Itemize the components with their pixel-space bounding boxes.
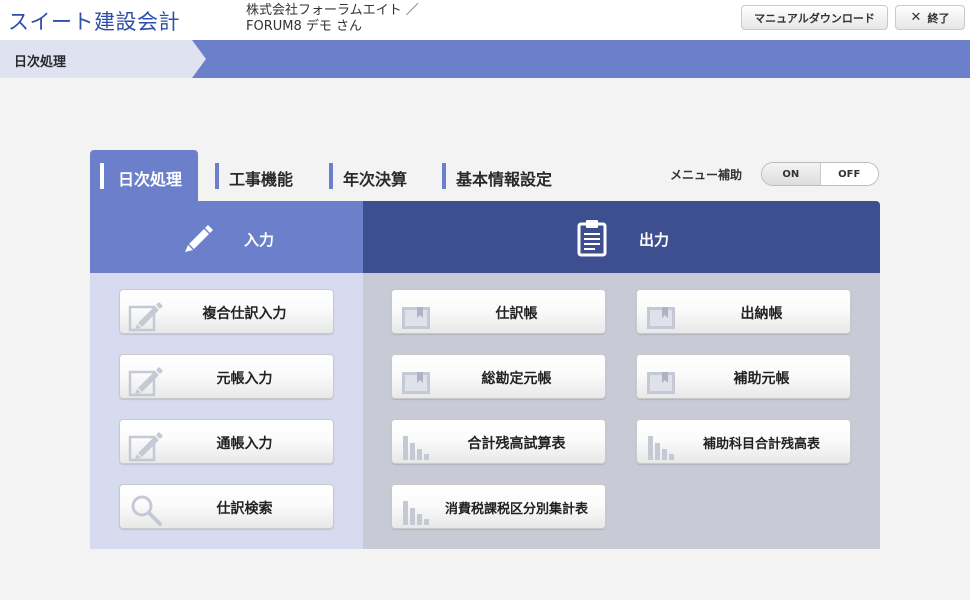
edit-icon (128, 302, 163, 332)
compound-entry-button[interactable]: 複合仕訳入力 (119, 289, 334, 334)
trial-balance-button[interactable]: 合計残高試算表 (391, 419, 606, 464)
tab-basic-settings-label: 基本情報設定 (456, 170, 553, 189)
journal-search-button[interactable]: 仕訳検索 (119, 484, 334, 529)
tab-construction-label: 工事機能 (229, 170, 294, 189)
toggle-on[interactable]: ON (762, 163, 821, 185)
tab-indicator (329, 163, 333, 189)
pencil-icon (185, 225, 213, 252)
book-icon (647, 307, 675, 329)
journal-book-label: 仕訳帳 (495, 306, 538, 322)
passbook-entry-label: 通帳入力 (216, 436, 273, 452)
user-name: FORUM8 デモ さん (246, 19, 363, 34)
toggle-off[interactable]: OFF (820, 163, 878, 185)
ledger-entry-label: 元帳入力 (216, 371, 273, 387)
journal-search-label: 仕訳検索 (216, 501, 273, 517)
compound-entry-label: 複合仕訳入力 (202, 306, 287, 322)
output-section-header: 出力 (363, 201, 880, 273)
search-icon (131, 495, 162, 526)
passbook-entry-button[interactable]: 通帳入力 (119, 419, 334, 464)
journal-book-button[interactable]: 仕訳帳 (391, 289, 606, 334)
breadcrumb: 日次処理 (0, 40, 206, 78)
exit-label: 終了 (927, 11, 950, 25)
general-ledger-button[interactable]: 総勘定元帳 (391, 354, 606, 399)
input-section-header: 入力 (90, 201, 363, 273)
subsidiary-ledger-label: 補助元帳 (733, 371, 790, 387)
manual-download-label: マニュアルダウンロード (754, 11, 875, 25)
tab-indicator (100, 163, 104, 189)
cash-book-label: 出納帳 (740, 306, 783, 322)
manual-download-button[interactable]: マニュアルダウンロード (741, 5, 888, 30)
subsidiary-ledger-button[interactable]: 補助元帳 (636, 354, 851, 399)
exit-button[interactable]: ✕ 終了 (895, 5, 965, 30)
input-section-label: 入力 (244, 231, 275, 249)
tab-indicator (442, 163, 446, 189)
trial-balance-label: 合計残高試算表 (467, 436, 566, 452)
ledger-entry-button[interactable]: 元帳入力 (119, 354, 334, 399)
consumption-tax-label: 消費税課税区分別集計表 (444, 502, 588, 517)
edit-icon (128, 432, 163, 462)
tab-indicator (215, 163, 219, 189)
clipboard-icon (577, 220, 607, 257)
output-section-label: 出力 (639, 231, 670, 249)
user-info: 株式会社フォーラムエイト ／ FORUM8 デモ さん (246, 3, 419, 35)
menu-aid-toggle[interactable]: ON OFF (761, 162, 879, 186)
tab-annual-label: 年次決算 (343, 170, 408, 189)
company-name: 株式会社フォーラムエイト ／ (246, 3, 419, 18)
app-title: スイート建設会計 (8, 10, 180, 34)
subsidiary-balance-label: 補助科目合計残高表 (702, 437, 820, 452)
app-header: スイート建設会計 株式会社フォーラムエイト ／ FORUM8 デモ さん マニュ… (0, 0, 970, 40)
tab-daily-label: 日次処理 (118, 170, 183, 189)
bar-chart-icon (403, 501, 429, 525)
consumption-tax-button[interactable]: 消費税課税区分別集計表 (391, 484, 606, 529)
tab-daily[interactable]: 日次処理 (90, 150, 198, 202)
bar-chart-icon (648, 436, 674, 460)
book-icon (402, 372, 430, 394)
subsidiary-balance-button[interactable]: 補助科目合計残高表 (636, 419, 851, 464)
book-icon (647, 372, 675, 394)
bar-chart-icon (403, 436, 429, 460)
close-icon: ✕ (910, 10, 922, 25)
menu-aid-label: メニュー補助 (670, 168, 743, 182)
general-ledger-label: 総勘定元帳 (481, 371, 552, 387)
edit-icon (128, 367, 163, 397)
breadcrumb-current: 日次処理 (14, 55, 67, 70)
book-icon (402, 307, 430, 329)
breadcrumb-bar: 日次処理 (0, 40, 970, 78)
cash-book-button[interactable]: 出納帳 (636, 289, 851, 334)
